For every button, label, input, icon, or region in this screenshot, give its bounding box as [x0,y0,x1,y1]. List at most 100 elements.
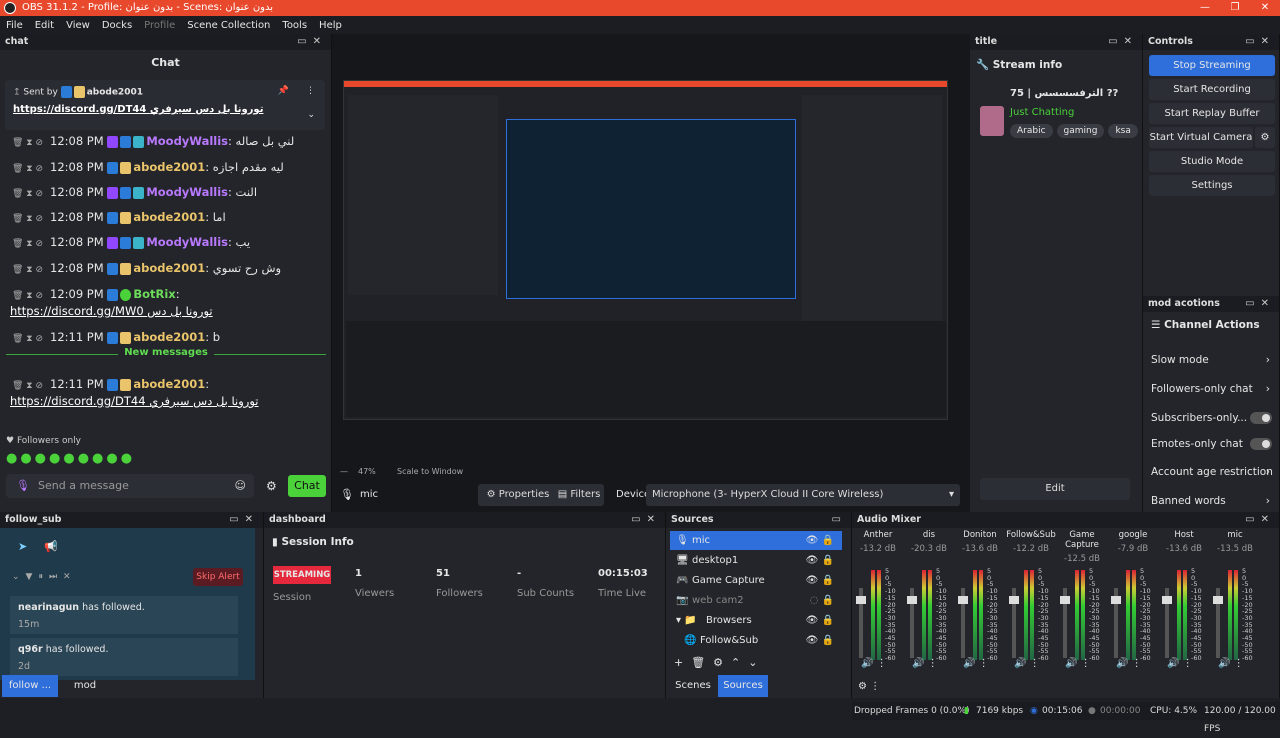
speaker-icon[interactable]: 🔊 ⋮ [1065,658,1091,669]
dock-controls[interactable]: ▭✕ [297,34,327,50]
toggle-switch[interactable] [1250,412,1272,424]
stop-streaming-button[interactable]: Stop Streaming [1149,55,1275,76]
speaker-icon[interactable]: 🔊 ⋮ [1116,658,1142,669]
filter-controls[interactable]: ⌄▼⏸⏭✕ [12,572,77,582]
source-item-mic[interactable]: 🎙 mic 👁 🔒 [670,531,842,550]
speaker-icon[interactable]: 🔊 ⋮ [1218,658,1244,669]
send-icon[interactable]: ➤ [18,540,27,553]
volume-slider[interactable] [1009,588,1019,658]
close-icon[interactable]: ✕ [1250,0,1280,16]
settings-button[interactable]: Settings [1149,175,1275,196]
trash-icon[interactable]: 🗑 ⧗ ⊘ [12,214,43,224]
menu-edit[interactable]: Edit [35,20,54,31]
minimize-icon[interactable]: — [1190,0,1220,16]
volume-slider[interactable] [958,588,968,658]
tab-scenes[interactable]: Scenes [670,675,716,697]
trash-icon[interactable]: 🗑 ⧗ ⊘ [12,164,43,174]
mod-row-banned-words[interactable]: Banned words › [1151,495,1276,507]
preview-canvas[interactable] [343,80,948,420]
volume-slider[interactable] [1213,588,1223,658]
dock-controls[interactable]: ▭✕ [1245,296,1275,312]
tab-mod[interactable]: mod [60,675,110,697]
volume-slider[interactable] [907,588,917,658]
level-meter [928,570,932,660]
gear-icon[interactable]: ⚙ [266,479,277,493]
menu-file[interactable]: File [6,20,23,31]
maximize-icon[interactable]: ❐ [1220,0,1250,16]
pinned-text[interactable]: https://discord.gg/DT44 تورونا بل دس سير… [13,104,317,115]
volume-slider[interactable] [1111,588,1121,658]
chat-message: 🗑 ⧗ ⊘ 12:08 PM abode2001: ليه مقدم اجازه [12,160,284,174]
menu-help[interactable]: Help [319,20,342,31]
menu-docks[interactable]: Docks [102,20,132,31]
properties-button[interactable]: ⚙ Properties [478,484,558,506]
dock-controls[interactable]: ▭✕ [1108,34,1138,50]
sliders-icon: ☰ [1151,319,1161,331]
chevron-down-icon[interactable]: ⌄ [307,110,315,120]
source-item-desktop1[interactable]: 🖥 desktop1 👁 🔒 [670,551,842,570]
mod-row-account-age[interactable]: Account age restriction › [1151,466,1276,478]
mod-row-subscribers-only[interactable]: Subscribers-only... [1151,412,1276,424]
dock-controls[interactable]: ▭✕ [1245,512,1275,528]
level-meter [1228,570,1232,660]
source-item-webcam2[interactable]: 📷 web cam2 ◌ 🔒 [670,591,842,610]
trash-icon[interactable]: 🗑 ⧗ ⊘ [12,291,43,301]
dock-controls[interactable]: ▭✕ [631,512,661,528]
mixer-channel: dis -20.3 dB 5 0 -5 -10 -15 -20 -25 -30 -35 -40 -45-… [904,530,954,670]
source-item-browsers[interactable]: ▾ 📁 Browsers 👁 🔒 [670,611,842,630]
start-replay-buffer-button[interactable]: Start Replay Buffer [1149,103,1275,124]
tab-follow[interactable]: follow ... [2,675,58,697]
menu-scene-collection[interactable]: Scene Collection [187,20,270,31]
scale-mode[interactable]: Scale to Window [397,467,463,476]
source-item-follow-sub[interactable]: 🌐 Follow&Sub 👁 🔒 [670,631,842,650]
menu-view[interactable]: View [66,20,90,31]
studio-mode-button[interactable]: Studio Mode [1149,151,1275,172]
volume-slider[interactable] [1162,588,1172,658]
more-icon[interactable]: ⋮ [306,86,315,96]
start-recording-button[interactable]: Start Recording [1149,79,1275,100]
edit-button[interactable]: Edit [980,478,1130,500]
chat-input[interactable]: 🎙 Send a message ☺ [6,474,254,498]
menu-tools[interactable]: Tools [282,20,307,31]
start-virtual-camera-button[interactable]: Start Virtual Camera [1149,127,1253,148]
source-toolbar-icons[interactable]: +🗑⚙⌃⌄ [674,656,765,669]
speaker-icon[interactable]: 🔊 ⋮ [861,658,887,669]
mod-row-slow-mode[interactable]: Slow mode › [1151,354,1276,366]
filters-button[interactable]: ▤ Filters [554,484,604,506]
dock-controls[interactable]: ▭ [832,512,847,528]
megaphone-icon[interactable]: 📢 [44,540,58,553]
dock-controls[interactable]: ▭✕ [1245,34,1275,50]
trash-icon[interactable]: 🗑 ⧗ ⊘ [12,381,43,391]
follow-sub-dock: follow_sub ▭✕ ➤ 📢 ⌄▼⏸⏭✕ Skip Alert nearin… [0,512,264,698]
chat-message-text[interactable]: https://discord.gg/DT44 تورونا بل دس سير… [10,391,259,411]
volume-slider[interactable] [856,588,866,658]
speaker-icon[interactable]: 🔊 ⋮ [1014,658,1040,669]
trash-icon[interactable]: 🗑 ⧗ ⊘ [12,334,43,344]
gear-icon[interactable]: ⚙ [1255,127,1275,148]
speaker-icon[interactable]: 🔊 ⋮ [1167,658,1193,669]
trash-icon[interactable]: 🗑 ⧗ ⊘ [12,265,43,275]
level-meter [1183,570,1187,660]
speaker-icon[interactable]: 🔊 ⋮ [912,658,938,669]
mod-row-followers-only[interactable]: Followers-only chat › [1151,383,1276,395]
channel-name: Game Capture [1065,530,1099,550]
tab-sources[interactable]: Sources [718,675,768,697]
chat-message-text[interactable]: https://discord.gg/MW0 تورونا بل دس [10,301,213,321]
source-item-game-capture[interactable]: 🎮 Game Capture 👁 🔒 [670,571,842,590]
volume-slider[interactable] [1060,588,1070,658]
pin-icon[interactable]: 📌 [278,86,289,96]
menu-profile[interactable]: Profile [144,20,175,31]
chat-send-button[interactable]: Chat [288,475,326,497]
trash-icon[interactable]: 🗑 ⧗ ⊘ [12,138,43,148]
dock-controls[interactable]: ▭✕ [229,512,259,528]
speaker-icon[interactable]: 🔊 ⋮ [963,658,989,669]
skip-alert-button[interactable]: Skip Alert [193,568,243,586]
pinned-message: ↥ Sent by abode2001 📌 ⋮ https://discord.g… [5,80,325,130]
emote-bar[interactable]: ●●●●●●●●● [6,451,135,466]
mod-row-emotes-only[interactable]: Emotes-only chat [1151,438,1276,450]
device-select[interactable]: Microphone (3- HyperX Cloud II Core Wire… [646,484,960,506]
toggle-switch[interactable] [1250,438,1272,450]
mixer-settings-icon[interactable]: ⚙ ⋮ [858,681,880,692]
trash-icon[interactable]: 🗑 ⧗ ⊘ [12,239,43,249]
trash-icon[interactable]: 🗑 ⧗ ⊘ [12,189,43,199]
